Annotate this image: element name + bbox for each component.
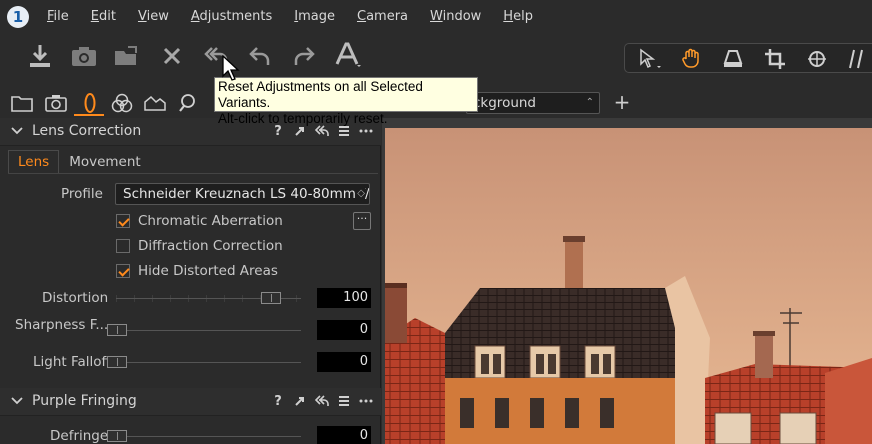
undo-icon[interactable]: [245, 41, 275, 71]
straighten-icon[interactable]: [843, 44, 872, 74]
menu-view[interactable]: View: [138, 9, 169, 24]
subtab-divider: [8, 173, 378, 174]
style-select[interactable]: ckground ⌃: [466, 92, 600, 114]
defringe-label: Defringe: [50, 428, 109, 444]
chromatic-aberration-label: Chromatic Aberration: [138, 213, 283, 229]
select-cursor-icon[interactable]: [635, 44, 665, 74]
move-to-folder-icon[interactable]: [112, 41, 142, 71]
details-tab-magnifier-icon[interactable]: [176, 92, 200, 114]
defringe-slider-thumb[interactable]: [107, 430, 127, 442]
tool-panel: Lens Correction ? Lens Movement Profile …: [0, 118, 381, 444]
menu-bar: 1 File Edit View Adjustments Image Camer…: [0, 0, 872, 33]
menu-window[interactable]: Window: [430, 9, 481, 24]
lens-tab-icon[interactable]: [78, 92, 102, 114]
import-icon[interactable]: [25, 41, 55, 71]
hide-distorted-areas-label: Hide Distorted Areas: [138, 263, 278, 279]
menu-edit[interactable]: Edit: [91, 9, 116, 24]
purple-fringing-header[interactable]: Purple Fringing ?: [0, 388, 381, 416]
photo-copenhagen-rooftops: [385, 128, 872, 444]
tooltip-line-1: Reset Adjustments on all Selected Varian…: [218, 79, 423, 110]
lens-correction-title: Lens Correction: [32, 123, 142, 139]
app-logo-icon: 1: [7, 5, 29, 28]
library-tab-folder-icon[interactable]: [10, 92, 34, 114]
reset-tool-icon[interactable]: [315, 393, 329, 409]
sharpness-slider-thumb[interactable]: [107, 324, 127, 336]
diffraction-correction-checkbox[interactable]: [116, 239, 130, 253]
light-falloff-slider-track[interactable]: [107, 362, 301, 363]
profile-select[interactable]: Schneider Kreuznach LS 40-80mm f/4 ◇: [115, 183, 370, 205]
add-tab-button[interactable]: +: [612, 91, 632, 113]
mouse-pointer-icon: [222, 54, 244, 85]
tooltip-line-2: Alt-click to temporarily reset.: [218, 111, 388, 126]
sharpness-falloff-label: Sharpness F...: [15, 317, 109, 333]
redo-icon[interactable]: [289, 41, 319, 71]
more-options-icon[interactable]: [359, 393, 373, 409]
menu-adjustments[interactable]: Adjustments: [191, 9, 272, 24]
tab-lens[interactable]: Lens: [8, 150, 60, 174]
profile-label: Profile: [61, 186, 103, 202]
chevron-down-icon[interactable]: [10, 394, 24, 408]
light-falloff-value[interactable]: 0: [317, 352, 371, 372]
chevron-updown-icon: ⌃: [585, 97, 594, 108]
rotate-icon[interactable]: [803, 44, 833, 74]
light-falloff-slider-thumb[interactable]: [107, 356, 127, 368]
menu-camera[interactable]: Camera: [357, 9, 408, 24]
camera-capture-icon[interactable]: [69, 41, 99, 71]
capture-tab-camera-icon[interactable]: [44, 92, 68, 114]
keystone-icon[interactable]: [719, 44, 749, 74]
style-select-value: ckground: [473, 95, 537, 111]
help-icon[interactable]: ?: [271, 393, 285, 409]
text-annotation-icon[interactable]: [333, 41, 363, 71]
profile-select-value: Schneider Kreuznach LS 40-80mm f/4: [123, 186, 370, 202]
cursor-tools-group: [624, 43, 872, 73]
chromatic-options-button[interactable]: ···: [353, 212, 371, 230]
menu-file[interactable]: File: [47, 9, 69, 24]
defringe-value[interactable]: 0: [317, 426, 371, 444]
pan-hand-icon[interactable]: [677, 44, 707, 74]
diffraction-correction-label: Diffraction Correction: [138, 238, 283, 254]
menu-image[interactable]: Image: [294, 9, 335, 24]
light-falloff-label: Light Falloff: [33, 354, 111, 370]
distortion-value[interactable]: 100: [317, 288, 371, 308]
reset-tooltip: Reset Adjustments on all Selected Varian…: [214, 77, 478, 126]
lens-subtabs: Lens Movement: [8, 150, 151, 174]
crop-icon[interactable]: [761, 44, 791, 74]
chevron-down-icon[interactable]: [10, 124, 24, 138]
sharpness-value[interactable]: 0: [317, 320, 371, 340]
chevron-updown-icon: ◇: [355, 184, 365, 204]
purple-fringing-title: Purple Fringing: [32, 393, 137, 409]
defringe-slider-track[interactable]: [107, 436, 301, 437]
tab-movement[interactable]: Movement: [59, 150, 151, 174]
delete-icon[interactable]: [157, 41, 187, 71]
presets-menu-icon[interactable]: [337, 393, 351, 409]
hide-distorted-areas-checkbox[interactable]: [116, 264, 130, 278]
image-viewer[interactable]: [382, 118, 872, 444]
sharpness-slider-track[interactable]: [107, 330, 301, 331]
distortion-label: Distortion: [42, 290, 109, 306]
distortion-slider-thumb[interactable]: [261, 292, 281, 304]
chromatic-aberration-checkbox[interactable]: [116, 214, 130, 228]
copy-apply-icon[interactable]: [293, 393, 307, 409]
active-tab-indicator: [74, 114, 104, 116]
exposure-tab-icon[interactable]: [143, 92, 167, 114]
color-tab-icon[interactable]: [110, 92, 134, 114]
menu-help[interactable]: Help: [503, 9, 533, 24]
